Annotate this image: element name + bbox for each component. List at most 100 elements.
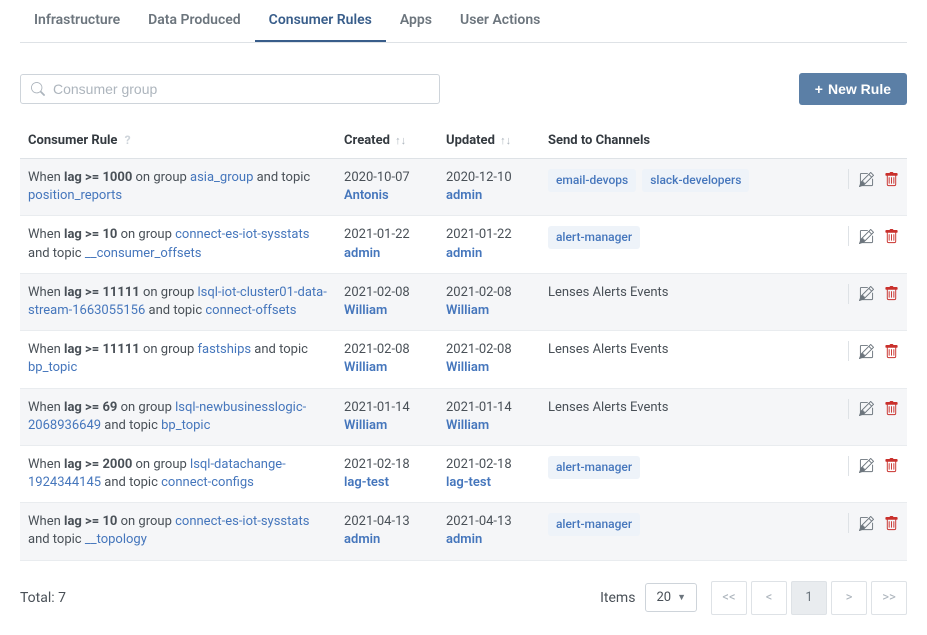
tab-data-produced[interactable]: Data Produced: [134, 0, 255, 42]
channel-pill[interactable]: alert-manager: [548, 456, 640, 479]
rule-text: When lag >= 10 on group connect-es-iot-s…: [28, 514, 309, 547]
edit-icon[interactable]: [859, 286, 874, 301]
tabs: InfrastructureData ProducedConsumer Rule…: [20, 0, 907, 43]
page-first-button[interactable]: <<: [711, 581, 747, 615]
delete-icon[interactable]: [884, 458, 899, 473]
updated-date: 2020-12-10: [446, 169, 532, 187]
topic-link[interactable]: bp_topic: [28, 360, 77, 375]
edit-icon[interactable]: [859, 344, 874, 359]
table-row: When lag >= 10 on group connect-es-iot-s…: [20, 503, 907, 560]
delete-icon[interactable]: [884, 344, 899, 359]
page-next-button[interactable]: >: [831, 581, 867, 615]
items-label: Items: [600, 590, 635, 606]
sort-icon: ↑↓: [500, 134, 511, 147]
topic-link[interactable]: position_reports: [28, 188, 122, 203]
created-user[interactable]: lag-test: [344, 474, 430, 492]
channel-pill[interactable]: slack-developers: [642, 169, 749, 192]
edit-icon[interactable]: [859, 516, 874, 531]
rule-text: When lag >= 11111 on group lsql-iot-clus…: [28, 285, 327, 318]
page-last-button[interactable]: >>: [871, 581, 907, 615]
created-user[interactable]: William: [344, 359, 430, 377]
new-rule-button[interactable]: + New Rule: [799, 73, 907, 105]
group-link[interactable]: connect-es-iot-sysstats: [175, 514, 309, 529]
rules-table: Consumer Rule ? Created ↑↓ Updated ↑↓ Se…: [20, 123, 907, 561]
topic-link[interactable]: connect-offsets: [205, 303, 296, 318]
created-date: 2021-01-14: [344, 399, 430, 417]
per-page-select[interactable]: 20 ▼: [645, 583, 697, 612]
delete-icon[interactable]: [884, 401, 899, 416]
rule-text: When lag >= 11111 on group fastships and…: [28, 342, 308, 375]
created-user[interactable]: admin: [344, 531, 430, 549]
tab-apps[interactable]: Apps: [386, 0, 446, 42]
tab-user-actions[interactable]: User Actions: [446, 0, 554, 42]
created-user[interactable]: William: [344, 302, 430, 320]
page-prev-button[interactable]: <: [751, 581, 787, 615]
total-count: Total: 7: [20, 590, 66, 606]
pagination: Items 20 ▼ << < 1 > >>: [600, 581, 907, 615]
updated-date: 2021-02-08: [446, 284, 532, 302]
group-link[interactable]: asia_group: [190, 170, 253, 185]
edit-icon[interactable]: [859, 229, 874, 244]
delete-icon[interactable]: [884, 516, 899, 531]
updated-user[interactable]: admin: [446, 245, 532, 263]
col-header-channels[interactable]: Send to Channels: [540, 123, 825, 159]
caret-down-icon: ▼: [677, 592, 686, 603]
table-row: When lag >= 11111 on group fastships and…: [20, 331, 907, 388]
rule-text: When lag >= 2000 on group lsql-datachang…: [28, 457, 286, 490]
updated-date: 2021-02-18: [446, 456, 532, 474]
updated-date: 2021-01-22: [446, 226, 532, 244]
tab-consumer-rules[interactable]: Consumer Rules: [255, 0, 386, 42]
created-date: 2021-02-08: [344, 284, 430, 302]
updated-date: 2021-01-14: [446, 399, 532, 417]
sort-icon: ↑↓: [395, 134, 406, 147]
channel-text: Lenses Alerts Events: [548, 285, 669, 300]
channel-pill[interactable]: email-devops: [548, 169, 636, 192]
divider: [848, 341, 849, 361]
col-header-created[interactable]: Created ↑↓: [336, 123, 438, 159]
updated-user[interactable]: William: [446, 359, 532, 377]
topic-link[interactable]: connect-configs: [161, 475, 254, 490]
table-row: When lag >= 10 on group connect-es-iot-s…: [20, 216, 907, 273]
group-link[interactable]: fastships: [197, 342, 251, 357]
updated-user[interactable]: William: [446, 302, 532, 320]
divider: [848, 226, 849, 246]
topic-link[interactable]: __topology: [85, 532, 147, 547]
help-icon[interactable]: ?: [125, 133, 131, 147]
topic-link[interactable]: __consumer_offsets: [85, 246, 202, 261]
created-user[interactable]: admin: [344, 245, 430, 263]
rule-text: When lag >= 1000 on group asia_group and…: [28, 170, 310, 203]
new-rule-label: New Rule: [828, 81, 891, 97]
search-box[interactable]: [20, 74, 440, 104]
created-date: 2021-02-08: [344, 341, 430, 359]
col-header-rule[interactable]: Consumer Rule ?: [20, 123, 336, 159]
edit-icon[interactable]: [859, 172, 874, 187]
updated-user[interactable]: admin: [446, 531, 532, 549]
created-date: 2021-01-22: [344, 226, 430, 244]
updated-user[interactable]: admin: [446, 187, 532, 205]
rule-text: When lag >= 10 on group connect-es-iot-s…: [28, 227, 309, 260]
tab-infrastructure[interactable]: Infrastructure: [20, 0, 134, 42]
table-row: When lag >= 11111 on group lsql-iot-clus…: [20, 273, 907, 330]
search-input[interactable]: [53, 81, 429, 97]
delete-icon[interactable]: [884, 172, 899, 187]
updated-user[interactable]: William: [446, 417, 532, 435]
col-header-updated[interactable]: Updated ↑↓: [438, 123, 540, 159]
divider: [848, 399, 849, 419]
rule-text: When lag >= 69 on group lsql-newbusiness…: [28, 400, 306, 433]
edit-icon[interactable]: [859, 401, 874, 416]
channel-pill[interactable]: alert-manager: [548, 226, 640, 249]
channel-text: Lenses Alerts Events: [548, 400, 669, 415]
channel-pill[interactable]: alert-manager: [548, 513, 640, 536]
topic-link[interactable]: bp_topic: [161, 418, 210, 433]
group-link[interactable]: connect-es-iot-sysstats: [175, 227, 309, 242]
divider: [848, 513, 849, 533]
created-user[interactable]: Antonis: [344, 187, 430, 205]
updated-user[interactable]: lag-test: [446, 474, 532, 492]
edit-icon[interactable]: [859, 458, 874, 473]
delete-icon[interactable]: [884, 286, 899, 301]
delete-icon[interactable]: [884, 229, 899, 244]
updated-date: 2021-02-08: [446, 341, 532, 359]
page-current[interactable]: 1: [791, 581, 827, 615]
created-user[interactable]: William: [344, 417, 430, 435]
channel-text: Lenses Alerts Events: [548, 342, 669, 357]
